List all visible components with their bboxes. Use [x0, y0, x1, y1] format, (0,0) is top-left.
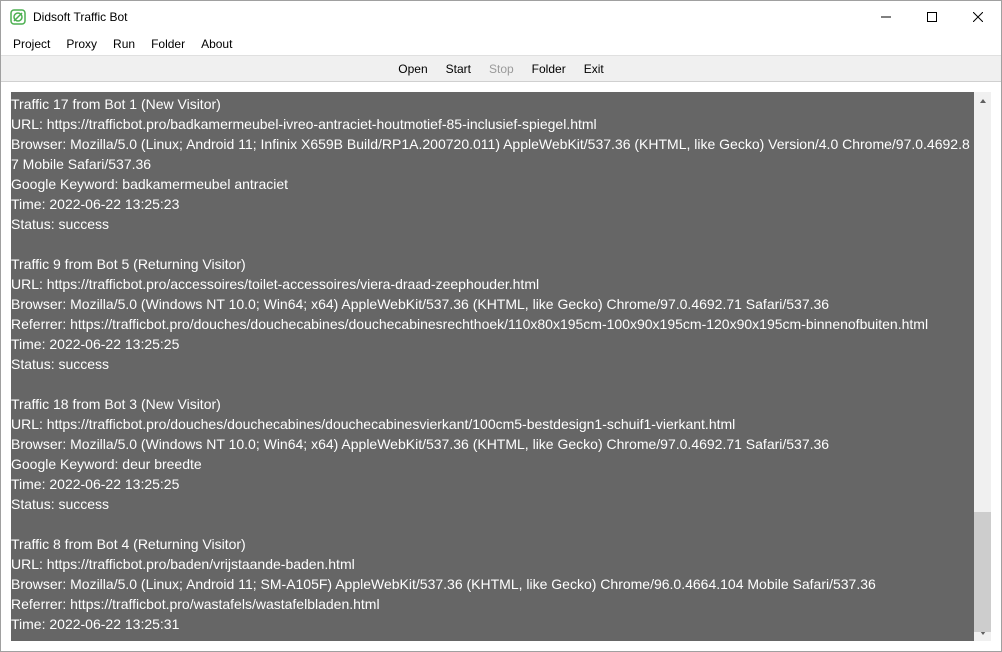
scroll-track[interactable] — [974, 109, 991, 624]
folder-button[interactable]: Folder — [525, 60, 573, 78]
toolbar: Open Start Stop Folder Exit — [1, 56, 1001, 82]
scroll-up-button[interactable] — [974, 92, 991, 109]
window-controls — [863, 1, 1001, 33]
maximize-button[interactable] — [909, 1, 955, 33]
app-window: Didsoft Traffic Bot Project Proxy Run Fo… — [0, 0, 1002, 652]
start-button[interactable]: Start — [439, 60, 478, 78]
scroll-thumb[interactable] — [974, 512, 991, 632]
menu-folder[interactable]: Folder — [143, 35, 193, 53]
open-button[interactable]: Open — [391, 60, 434, 78]
menu-project[interactable]: Project — [5, 35, 58, 53]
title-bar: Didsoft Traffic Bot — [1, 1, 1001, 33]
window-title: Didsoft Traffic Bot — [33, 10, 863, 24]
content-area: Traffic 17 from Bot 1 (New Visitor) URL:… — [1, 82, 1001, 651]
menu-bar: Project Proxy Run Folder About — [1, 33, 1001, 56]
menu-about[interactable]: About — [193, 35, 240, 53]
minimize-button[interactable] — [863, 1, 909, 33]
vertical-scrollbar[interactable] — [974, 92, 991, 641]
menu-run[interactable]: Run — [105, 35, 143, 53]
close-button[interactable] — [955, 1, 1001, 33]
app-icon — [10, 9, 26, 25]
stop-button: Stop — [482, 60, 521, 78]
menu-proxy[interactable]: Proxy — [58, 35, 105, 53]
log-panel[interactable]: Traffic 17 from Bot 1 (New Visitor) URL:… — [11, 92, 974, 641]
log-text: Traffic 17 from Bot 1 (New Visitor) URL:… — [11, 94, 974, 634]
exit-button[interactable]: Exit — [577, 60, 611, 78]
